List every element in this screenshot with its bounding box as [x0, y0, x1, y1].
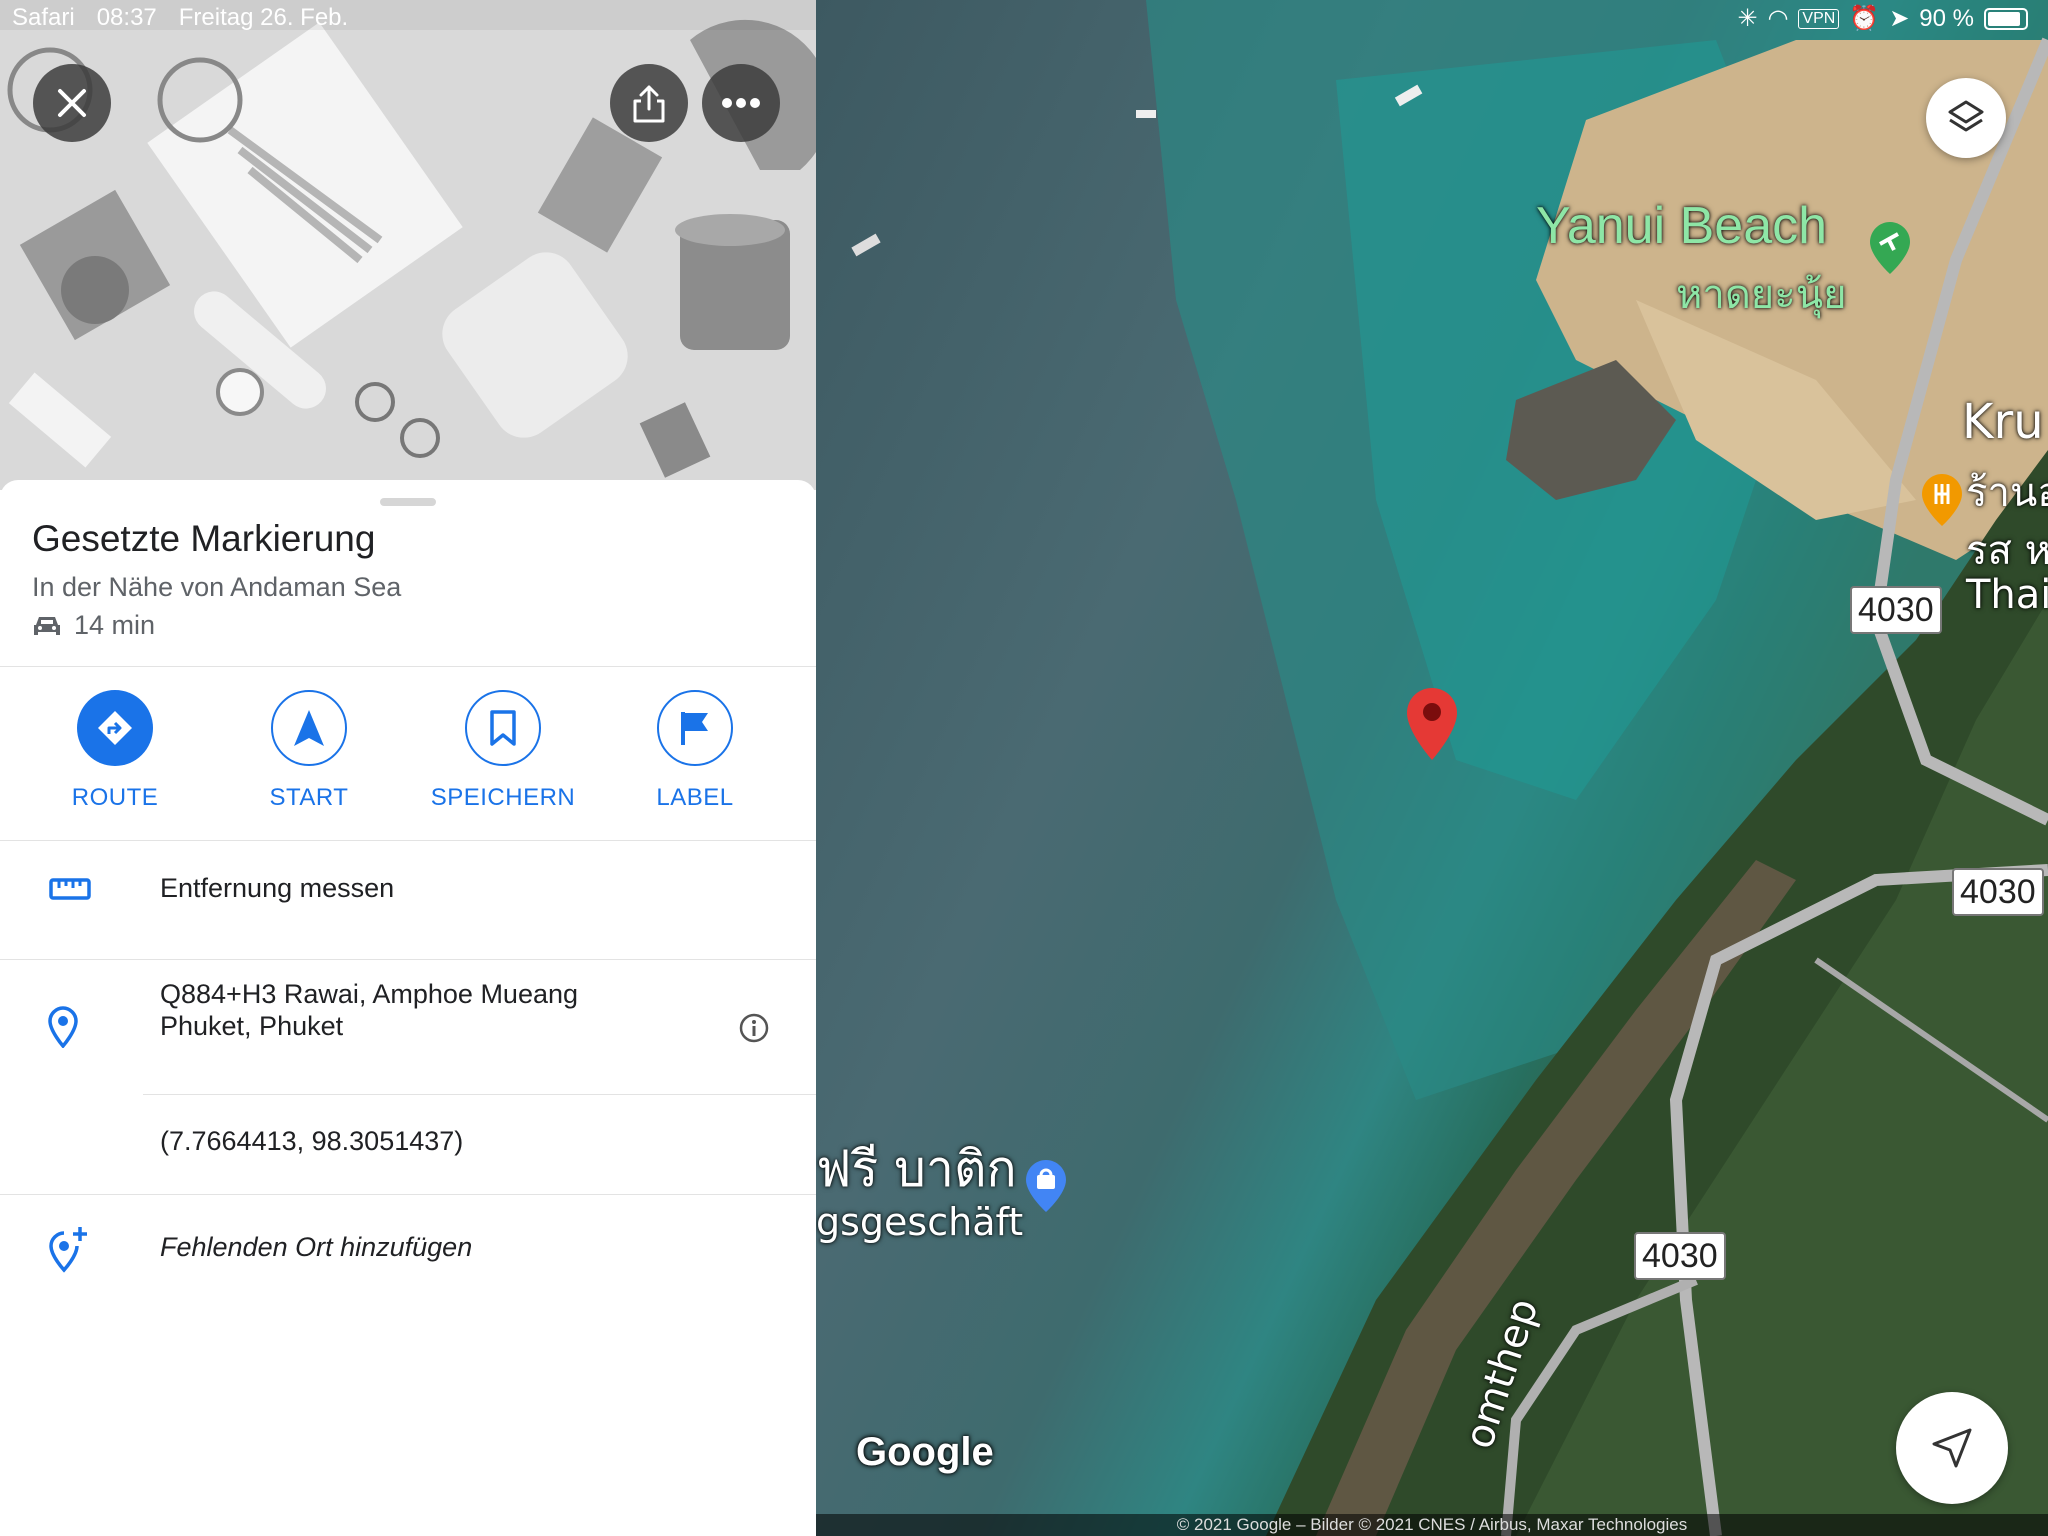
status-time: 08:37: [96, 4, 157, 31]
flag-icon: [681, 712, 708, 745]
address-line-2: Phuket, Phuket: [160, 1011, 344, 1041]
status-bar-left: Safari 08:37 Freitag 26. Feb.: [12, 4, 348, 32]
hero-illustration: Safari 08:37 Freitag 26. Feb.: [0, 0, 816, 490]
route-button[interactable]: ROUTE: [25, 690, 205, 812]
beach-umbrella-icon: [1538, 200, 1574, 240]
more-dots-icon: [722, 98, 760, 108]
restaurant-pin-icon[interactable]: [1920, 472, 1964, 533]
route-ring: [77, 690, 153, 766]
sheet-grabber[interactable]: [380, 498, 436, 506]
add-place-icon: [49, 1227, 87, 1273]
label-button[interactable]: LABEL: [605, 690, 785, 812]
drive-time-value: 14 min: [74, 610, 156, 640]
poi-label-thai-3[interactable]: Thai: [1966, 572, 2048, 618]
close-button[interactable]: [33, 64, 111, 142]
more-options-button[interactable]: [702, 64, 780, 142]
close-icon: [58, 89, 86, 117]
illustration-artwork: [0, 0, 816, 490]
beach-pin-icon[interactable]: [1868, 220, 1912, 281]
start-ring: [271, 690, 347, 766]
map-view[interactable]: Yanui Beach หาดยะนุ้ย Kru ร้านอ รส ห Tha…: [816, 0, 2048, 1536]
location-arrow-icon: [1932, 1428, 1972, 1468]
navigation-arrow-icon: [294, 710, 324, 746]
road-shield: 4030: [1952, 868, 2044, 916]
save-ring: [465, 690, 541, 766]
add-missing-place-row[interactable]: Fehlenden Ort hinzufügen: [0, 1195, 816, 1305]
drive-time: 14 min: [32, 610, 155, 641]
bookmark-icon: [490, 710, 516, 746]
road-shield: 4030: [1634, 1232, 1726, 1280]
place-sheet: Gesetzte Markierung In der Nähe von Anda…: [0, 480, 816, 1536]
brightness-icon: ✳: [1737, 5, 1758, 32]
beach-label[interactable]: Yanui Beach: [1536, 196, 1827, 256]
my-location-button[interactable]: [1896, 1392, 2008, 1504]
google-logo: Google: [856, 1430, 994, 1474]
address-line-1: Q884+H3 Rawai, Amphoe Mueang: [160, 979, 579, 1009]
address-row[interactable]: Q884+H3 Rawai, Amphoe Mueang Phuket, Phu…: [0, 960, 816, 1090]
status-bar-right: ✳ ◠ VPN ⏰ ➤ 90 %: [1737, 4, 2028, 33]
coordinates-value: (7.7664413, 98.3051437): [160, 1126, 464, 1156]
start-button[interactable]: START: [219, 690, 399, 812]
back-to-safari[interactable]: Safari: [12, 4, 75, 32]
place-panel: Safari 08:37 Freitag 26. Feb. Gesetzte M…: [0, 0, 816, 1536]
map-copyright: © 2021 Google – Bilder © 2021 CNES / Air…: [816, 1514, 2048, 1536]
status-date: Freitag 26. Feb.: [178, 4, 349, 31]
layers-button[interactable]: [1926, 78, 2006, 158]
measure-distance-row[interactable]: Entfernung messen: [0, 842, 816, 938]
ruler-icon: [49, 878, 91, 900]
car-icon: [34, 616, 60, 635]
save-button[interactable]: SPEICHERN: [413, 690, 593, 812]
coordinates-row[interactable]: (7.7664413, 98.3051437): [0, 1095, 816, 1193]
shopping-pin-icon[interactable]: [1024, 1158, 1068, 1219]
wifi-icon: ◠: [1767, 5, 1789, 32]
satellite-imagery: [851, 0, 2048, 1536]
place-subtitle: In der Nähe von Andaman Sea: [32, 572, 402, 602]
dropped-pin-icon[interactable]: [1404, 686, 1460, 767]
location-services-icon: ➤: [1889, 5, 1910, 32]
share-icon: [633, 85, 665, 123]
info-icon[interactable]: [738, 1012, 770, 1044]
label-ring: [657, 690, 733, 766]
add-missing-place-label: Fehlenden Ort hinzufügen: [160, 1232, 473, 1262]
start-label: START: [269, 784, 349, 811]
beach-thai-label[interactable]: หาดยะนุ้ย: [1676, 262, 1847, 326]
divider: [0, 840, 816, 841]
layers-icon: [1948, 100, 1984, 132]
shop-thai-label[interactable]: ฟรี บาติก: [816, 1130, 1017, 1209]
alarm-icon: ⏰: [1849, 5, 1880, 32]
measure-distance-label: Entfernung messen: [160, 873, 395, 903]
poi-label-thai-1[interactable]: ร้านอ: [1966, 460, 2048, 524]
divider: [0, 666, 816, 667]
road-shield: 4030: [1850, 586, 1942, 634]
location-pin-icon: [48, 1006, 78, 1048]
poi-label-kru[interactable]: Kru: [1962, 394, 2044, 450]
shop-label[interactable]: gsgeschäft: [816, 1200, 1023, 1244]
place-title: Gesetzte Markierung: [32, 518, 376, 559]
share-button[interactable]: [610, 64, 688, 142]
save-label: SPEICHERN: [430, 784, 576, 811]
route-label: ROUTE: [71, 784, 159, 811]
battery-icon: [1984, 7, 2028, 30]
label-label: LABEL: [656, 784, 734, 811]
vpn-badge: VPN: [1798, 8, 1840, 29]
battery-percent: 90 %: [1919, 4, 1974, 32]
directions-icon: [98, 711, 132, 745]
